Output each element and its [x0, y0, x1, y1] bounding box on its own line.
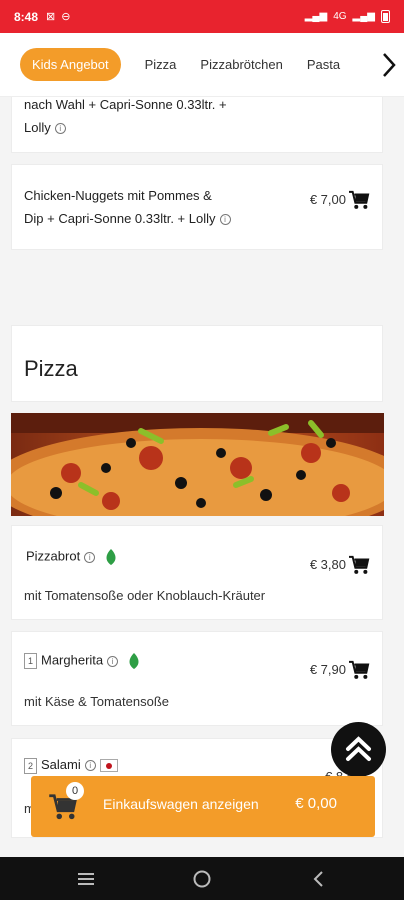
item-description: nach Wahl + Capri-Sonne 0.33ltr. + — [24, 97, 227, 112]
status-bar: 8:48 ⊠ ⊖ ▂▄▆ 4G ▂▄▆ — [0, 0, 404, 33]
category-tabs: Kids Angebot Pizza Pizzabrötchen Pasta — [0, 33, 404, 97]
double-chevron-up-icon — [346, 736, 371, 761]
chevron-right-icon[interactable] — [378, 51, 400, 79]
add-to-cart-icon[interactable] — [348, 190, 370, 210]
system-nav-bar — [0, 857, 404, 900]
recent-apps-icon[interactable] — [76, 871, 96, 887]
back-icon[interactable] — [310, 869, 326, 889]
add-to-cart-icon[interactable] — [348, 555, 370, 575]
menu-item-card[interactable]: nach Wahl + Capri-Sonne 0.33ltr. + Lolly… — [11, 97, 383, 153]
menu-item-card[interactable]: 1 Margherita i € 7,90 mit Käse & Tomatenso… — [11, 631, 383, 726]
status-time: 8:48 — [14, 9, 39, 24]
cart-label: Einkaufswagen anzeigen — [103, 796, 259, 812]
info-icon[interactable]: i — [84, 551, 96, 563]
vegetarian-leaf-icon — [129, 653, 139, 669]
section-title: Pizza — [24, 356, 78, 381]
info-icon[interactable]: i — [219, 214, 231, 226]
info-icon[interactable]: i — [107, 655, 119, 667]
info-icon[interactable]: i — [84, 760, 96, 772]
item-number: 1 — [24, 653, 37, 669]
status-right: ▂▄▆ 4G ▂▄▆ — [305, 10, 390, 23]
home-icon[interactable] — [192, 869, 212, 889]
item-name: Salami — [41, 757, 81, 772]
item-description: Lolly — [24, 120, 51, 135]
item-name: Pizzabrot — [26, 548, 81, 564]
vegetarian-leaf-icon — [106, 549, 116, 565]
item-description: Chicken-Nuggets mit Pommes & — [24, 188, 212, 203]
cart-total: € 0,00 — [295, 795, 337, 812]
menu-item-card[interactable]: Pizzabrot i € 3,80 mit Tomatensoße oder K… — [11, 525, 383, 620]
tab-pasta[interactable]: Pasta — [307, 57, 340, 72]
pizza-banner-image — [11, 413, 384, 516]
cart-count-badge: 0 — [66, 782, 84, 800]
tab-kids-angebot[interactable]: Kids Angebot — [20, 48, 121, 81]
menu-item-card[interactable]: Chicken-Nuggets mit Pommes & Dip + Capri… — [11, 164, 383, 250]
item-description: mit Tomatensoße oder Knoblauch-Kräuter — [24, 588, 266, 603]
signal2-icon: ▂▄▆ — [352, 11, 375, 22]
app-notification-icon: ⊖ — [61, 11, 71, 23]
japan-flag-icon — [99, 759, 118, 773]
info-icon[interactable]: i — [54, 123, 66, 135]
item-description: Dip + Capri-Sonne 0.33ltr. + Lolly — [24, 211, 216, 226]
scroll-to-top-button[interactable] — [331, 722, 386, 777]
battery-icon — [381, 10, 390, 23]
view-cart-button[interactable]: 0 Einkaufswagen anzeigen € 0,00 — [31, 776, 375, 837]
item-number: 2 — [24, 757, 37, 774]
item-name: Margherita — [41, 652, 104, 668]
item-price: € 3,80 — [309, 557, 346, 572]
item-price: € 7,90 — [309, 662, 346, 677]
notification-icon: ⊠ — [46, 11, 56, 23]
add-to-cart-icon[interactable] — [348, 660, 370, 680]
item-price: € 7,00 — [309, 192, 346, 207]
tab-pizza[interactable]: Pizza — [145, 57, 177, 72]
section-header: Pizza — [11, 325, 383, 402]
signal-icon: ▂▄▆ — [304, 11, 328, 22]
network-type: 4G — [333, 11, 347, 22]
tab-pizzabroetchen[interactable]: Pizzabrötchen — [200, 57, 282, 72]
item-description: mit Käse & Tomatensoße — [24, 694, 169, 709]
